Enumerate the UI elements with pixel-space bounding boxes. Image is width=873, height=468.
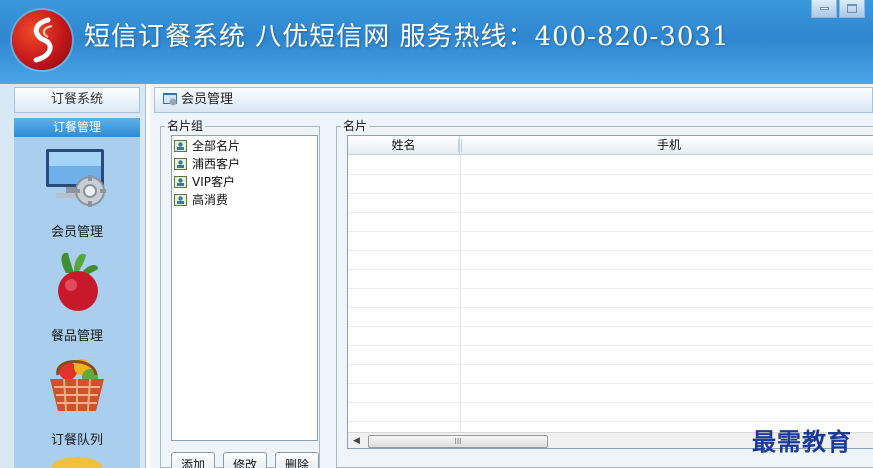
card-group-list[interactable]: 全部名片 浦西客户 VIP客户 高消费 — [171, 135, 318, 441]
list-item-label: 浦西客户 — [192, 157, 241, 171]
maximize-icon — [847, 4, 857, 13]
column-resize-handle[interactable] — [458, 139, 462, 152]
table-row-line — [348, 402, 873, 403]
scroll-left-icon[interactable]: ◀ — [348, 433, 365, 448]
table-row-line — [348, 174, 873, 175]
sidebar-item-label: 会员管理 — [50, 225, 103, 240]
card-box: 名片 姓名 手机 ◀ III — [336, 120, 873, 468]
minimize-icon — [819, 7, 829, 10]
card-table[interactable]: 姓名 手机 ◀ III — [347, 135, 873, 449]
card-group-legend: 名片组 — [167, 119, 204, 133]
contact-group-icon — [174, 194, 187, 206]
list-item[interactable]: 浦西客户 — [174, 155, 317, 173]
table-row-line — [348, 288, 873, 289]
table-row-line — [348, 326, 873, 327]
maximize-button[interactable] — [839, 0, 865, 18]
list-item[interactable]: 全部名片 — [174, 137, 317, 155]
table-row-line — [348, 193, 873, 194]
sidebar-item-dish-management[interactable]: 餐品管理 — [14, 249, 140, 349]
scrollbar-grip: III — [454, 437, 462, 446]
sidebar-panel: 会员管理 餐品管理 订餐队列 — [14, 137, 140, 468]
sidebar-item-label: 订餐队列 — [50, 433, 103, 448]
list-item-label: 全部名片 — [192, 139, 241, 153]
contact-group-icon — [174, 140, 187, 152]
list-item-label: VIP客户 — [192, 175, 235, 189]
table-row-line — [348, 212, 873, 213]
add-button[interactable]: 添加 — [171, 452, 215, 468]
sidebar-section-ordering[interactable]: 订餐管理 — [14, 118, 140, 137]
list-item-label: 高消费 — [192, 193, 229, 207]
app-title: 短信订餐系统 八优短信网 服务热线：400-820-3031 — [84, 22, 730, 52]
group-button-row: 添加 修改 删除 — [171, 452, 327, 468]
column-divider — [460, 155, 461, 430]
delete-button[interactable]: 删除 — [275, 452, 319, 468]
app-logo-icon — [12, 10, 72, 70]
minimize-button[interactable] — [811, 0, 837, 18]
column-header-mobile[interactable]: 手机 — [460, 136, 873, 155]
sidebar-item-partial[interactable] — [14, 455, 140, 468]
sidebar-item-order-queue[interactable]: 订餐队列 — [14, 353, 140, 453]
sidebar-item-label: 餐品管理 — [50, 329, 103, 344]
sidebar-item-member-management[interactable]: 会员管理 — [14, 145, 140, 245]
page-title-text: 会员管理 — [181, 92, 234, 107]
edit-button[interactable]: 修改 — [223, 452, 267, 468]
table-row-line — [348, 250, 873, 251]
table-row-line — [348, 269, 873, 270]
partial-nav-icon — [51, 457, 103, 468]
member-management-icon — [46, 149, 106, 207]
table-row-line — [348, 383, 873, 384]
member-window-icon — [163, 93, 177, 106]
scrollbar-thumb[interactable]: III — [368, 435, 548, 448]
radish-icon — [58, 252, 98, 315]
window-controls — [809, 0, 865, 18]
contact-group-icon — [174, 176, 187, 188]
list-item[interactable]: VIP客户 — [174, 173, 317, 191]
column-header-name[interactable]: 姓名 — [348, 136, 460, 155]
main-panel: 会员管理 名片组 全部名片 浦西客户 VIP客户 高消费 添加 修改 删除 名片 — [150, 84, 873, 468]
page-title: 会员管理 — [154, 87, 873, 113]
list-item[interactable]: 高消费 — [174, 191, 317, 209]
table-row-line — [348, 231, 873, 232]
food-basket-icon — [50, 359, 104, 412]
sidebar-header[interactable]: 订餐系统 — [14, 87, 140, 113]
watermark: 最需教育 — [752, 427, 852, 456]
table-row-line — [348, 345, 873, 346]
card-legend: 名片 — [343, 119, 368, 133]
contact-group-icon — [174, 158, 187, 170]
table-row-line — [348, 364, 873, 365]
sidebar: 订餐系统 订餐管理 会员管理 餐品管理 订餐队列 — [0, 84, 146, 468]
card-group-box: 名片组 全部名片 浦西客户 VIP客户 高消费 添加 修改 删除 — [160, 120, 320, 468]
title-bar: 短信订餐系统 八优短信网 服务热线：400-820-3031 — [0, 0, 873, 84]
table-row-line — [348, 307, 873, 308]
